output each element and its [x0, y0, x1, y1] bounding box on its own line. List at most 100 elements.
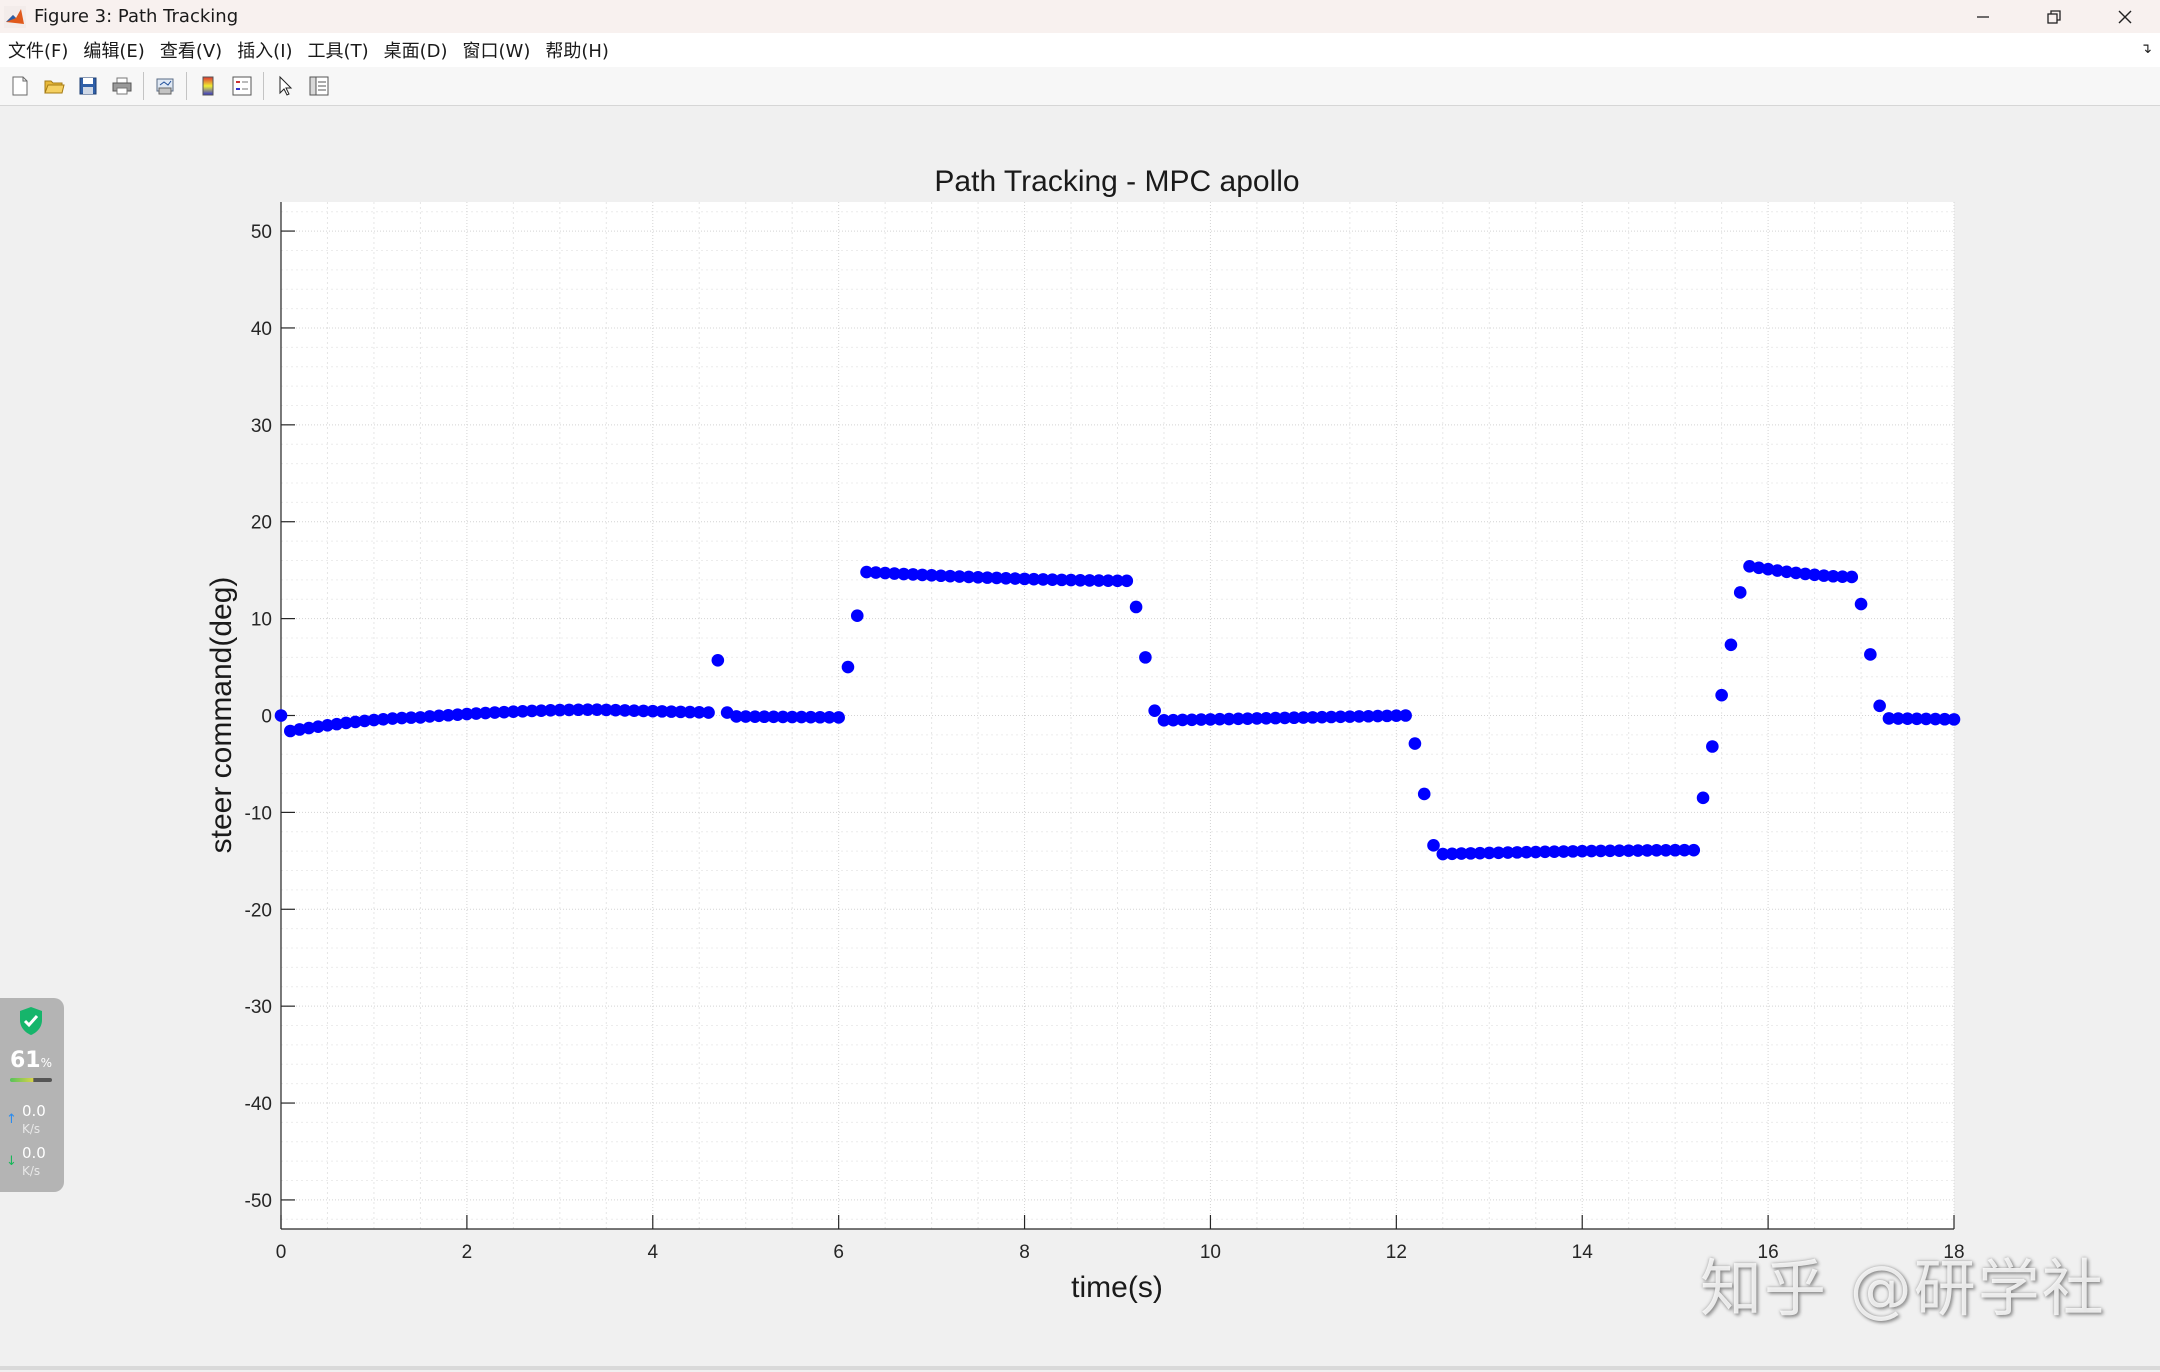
download-rate: 0.0: [22, 1144, 46, 1162]
save-button[interactable]: [74, 72, 102, 100]
y-tick-label: -20: [245, 900, 272, 921]
data-point: [702, 706, 715, 719]
data-point: [841, 660, 855, 674]
data-point: [1148, 704, 1161, 717]
toolbar-separator: [186, 72, 187, 100]
data-point: [274, 709, 288, 722]
chart-title: Path Tracking - MPC apollo: [934, 165, 1299, 198]
y-tick-label: 20: [251, 513, 272, 534]
print-button[interactable]: [108, 72, 136, 100]
toolbar-separator: [263, 72, 264, 100]
upload-unit: K/s: [22, 1122, 41, 1136]
watermark: 知乎 @研学社: [1700, 1252, 2106, 1325]
figure-toolbar: [0, 67, 2160, 106]
y-tick-label: 50: [251, 222, 272, 243]
link-plot-icon: [156, 78, 174, 95]
y-tick-label: -40: [245, 1094, 272, 1115]
data-point: [1129, 600, 1143, 614]
y-tick-label: 30: [251, 416, 272, 437]
menu-bar: 文件(F) 编辑(E) 查看(V) 插入(I) 工具(T) 桌面(D) 窗口(W…: [0, 33, 2160, 68]
steer-command-plot[interactable]: -50-40-30-20-1001020304050 0 2 4 6 8 10 12 14 16…: [0, 106, 2160, 1368]
x-tick-label: 6: [833, 1242, 844, 1263]
data-point: [1845, 570, 1859, 584]
insert-colorbar-button[interactable]: [194, 72, 222, 100]
data-point: [1417, 787, 1431, 801]
system-monitor-widget[interactable]: 61% ↑ 0.0 K/s ↓ 0.0 K/s: [0, 998, 64, 1192]
data-point: [1864, 648, 1877, 661]
y-tick-label: -30: [245, 997, 272, 1018]
property-inspector-button[interactable]: [305, 72, 333, 100]
window-title: Figure 3: Path Tracking: [34, 6, 239, 27]
y-tick-label: 10: [251, 610, 272, 631]
new-figure-button[interactable]: [6, 72, 34, 100]
insert-legend-button[interactable]: [228, 72, 256, 100]
usage-bar: [10, 1078, 52, 1082]
data-point: [1408, 737, 1422, 750]
data-point: [1715, 688, 1728, 702]
data-point: [1696, 791, 1710, 805]
menu-help[interactable]: 帮助(H): [545, 37, 609, 63]
x-tick-label: 4: [647, 1242, 658, 1263]
download-unit: K/s: [22, 1164, 41, 1178]
upload-arrow-icon: ↑: [6, 1112, 17, 1127]
menu-insert[interactable]: 插入(I): [237, 37, 292, 63]
shield-check-icon: [20, 1007, 42, 1035]
x-tick-label: 12: [1386, 1242, 1407, 1263]
new-figure-icon: [12, 76, 28, 96]
y-tick-label: 0: [261, 707, 272, 728]
edit-plot-icon: [279, 75, 293, 96]
x-tick-label: 10: [1200, 1242, 1221, 1263]
data-point: [1854, 597, 1868, 611]
insert-legend-icon: [232, 76, 252, 96]
figure-canvas: -50 -40 -30 -20 -10 0 10 20 30 40 50 0 2 4 6 8 10 12 14 16…: [0, 106, 2160, 1368]
usage-percent-value: 61: [10, 1048, 41, 1073]
menu-edit[interactable]: 编辑(E): [83, 37, 144, 63]
data-point: [1947, 713, 1961, 726]
minimize-button[interactable]: [1947, 0, 2018, 33]
y-tick-label: -50: [245, 1191, 272, 1212]
restore-icon: [2046, 9, 2061, 24]
data-point: [1120, 574, 1134, 588]
y-axis-label: steer command(deg): [205, 577, 238, 854]
data-point: [1687, 843, 1701, 857]
data-point: [1733, 586, 1747, 599]
menu-view[interactable]: 查看(V): [160, 37, 222, 63]
x-tick-label: 0: [276, 1242, 287, 1263]
x-tick-label: 8: [1019, 1242, 1030, 1263]
link-plot-button[interactable]: [151, 72, 179, 100]
edit-plot-button[interactable]: [271, 72, 299, 100]
save-icon: [79, 77, 97, 95]
restore-button[interactable]: [2018, 0, 2089, 33]
data-point: [1139, 651, 1152, 664]
data-point: [1873, 699, 1886, 713]
dock-arrow-icon[interactable]: ↴: [2140, 41, 2152, 57]
x-tick-label: 14: [1572, 1242, 1594, 1263]
window-controls: [1947, 0, 2160, 33]
close-icon: [2118, 10, 2131, 23]
menu-window[interactable]: 窗口(W): [463, 37, 531, 63]
upload-rate: 0.0: [22, 1102, 46, 1120]
close-button[interactable]: [2089, 0, 2160, 33]
menu-desktop[interactable]: 桌面(D): [384, 37, 448, 63]
window-bottom-border: [0, 1366, 2160, 1370]
title-bar: Figure 3: Path Tracking: [0, 0, 2160, 33]
open-file-icon: [44, 80, 65, 94]
x-tick-label: 2: [462, 1242, 473, 1263]
menu-tools[interactable]: 工具(T): [308, 37, 369, 63]
data-point: [1724, 638, 1738, 652]
data-point: [1399, 709, 1412, 722]
data-point: [832, 711, 845, 724]
matlab-icon: [4, 5, 26, 28]
x-axis-label: time(s): [1071, 1271, 1163, 1304]
toolbar-separator: [143, 72, 144, 100]
data-point: [1706, 740, 1719, 753]
property-inspector-icon: [309, 76, 329, 96]
usage-percent: 61%: [10, 1048, 52, 1073]
data-point: [711, 653, 725, 667]
print-icon: [112, 77, 132, 95]
y-tick-label: 40: [251, 319, 272, 340]
insert-colorbar-icon: [202, 76, 214, 96]
usage-percent-unit: %: [40, 1056, 53, 1070]
open-file-button[interactable]: [40, 72, 68, 100]
menu-file[interactable]: 文件(F): [8, 37, 68, 63]
